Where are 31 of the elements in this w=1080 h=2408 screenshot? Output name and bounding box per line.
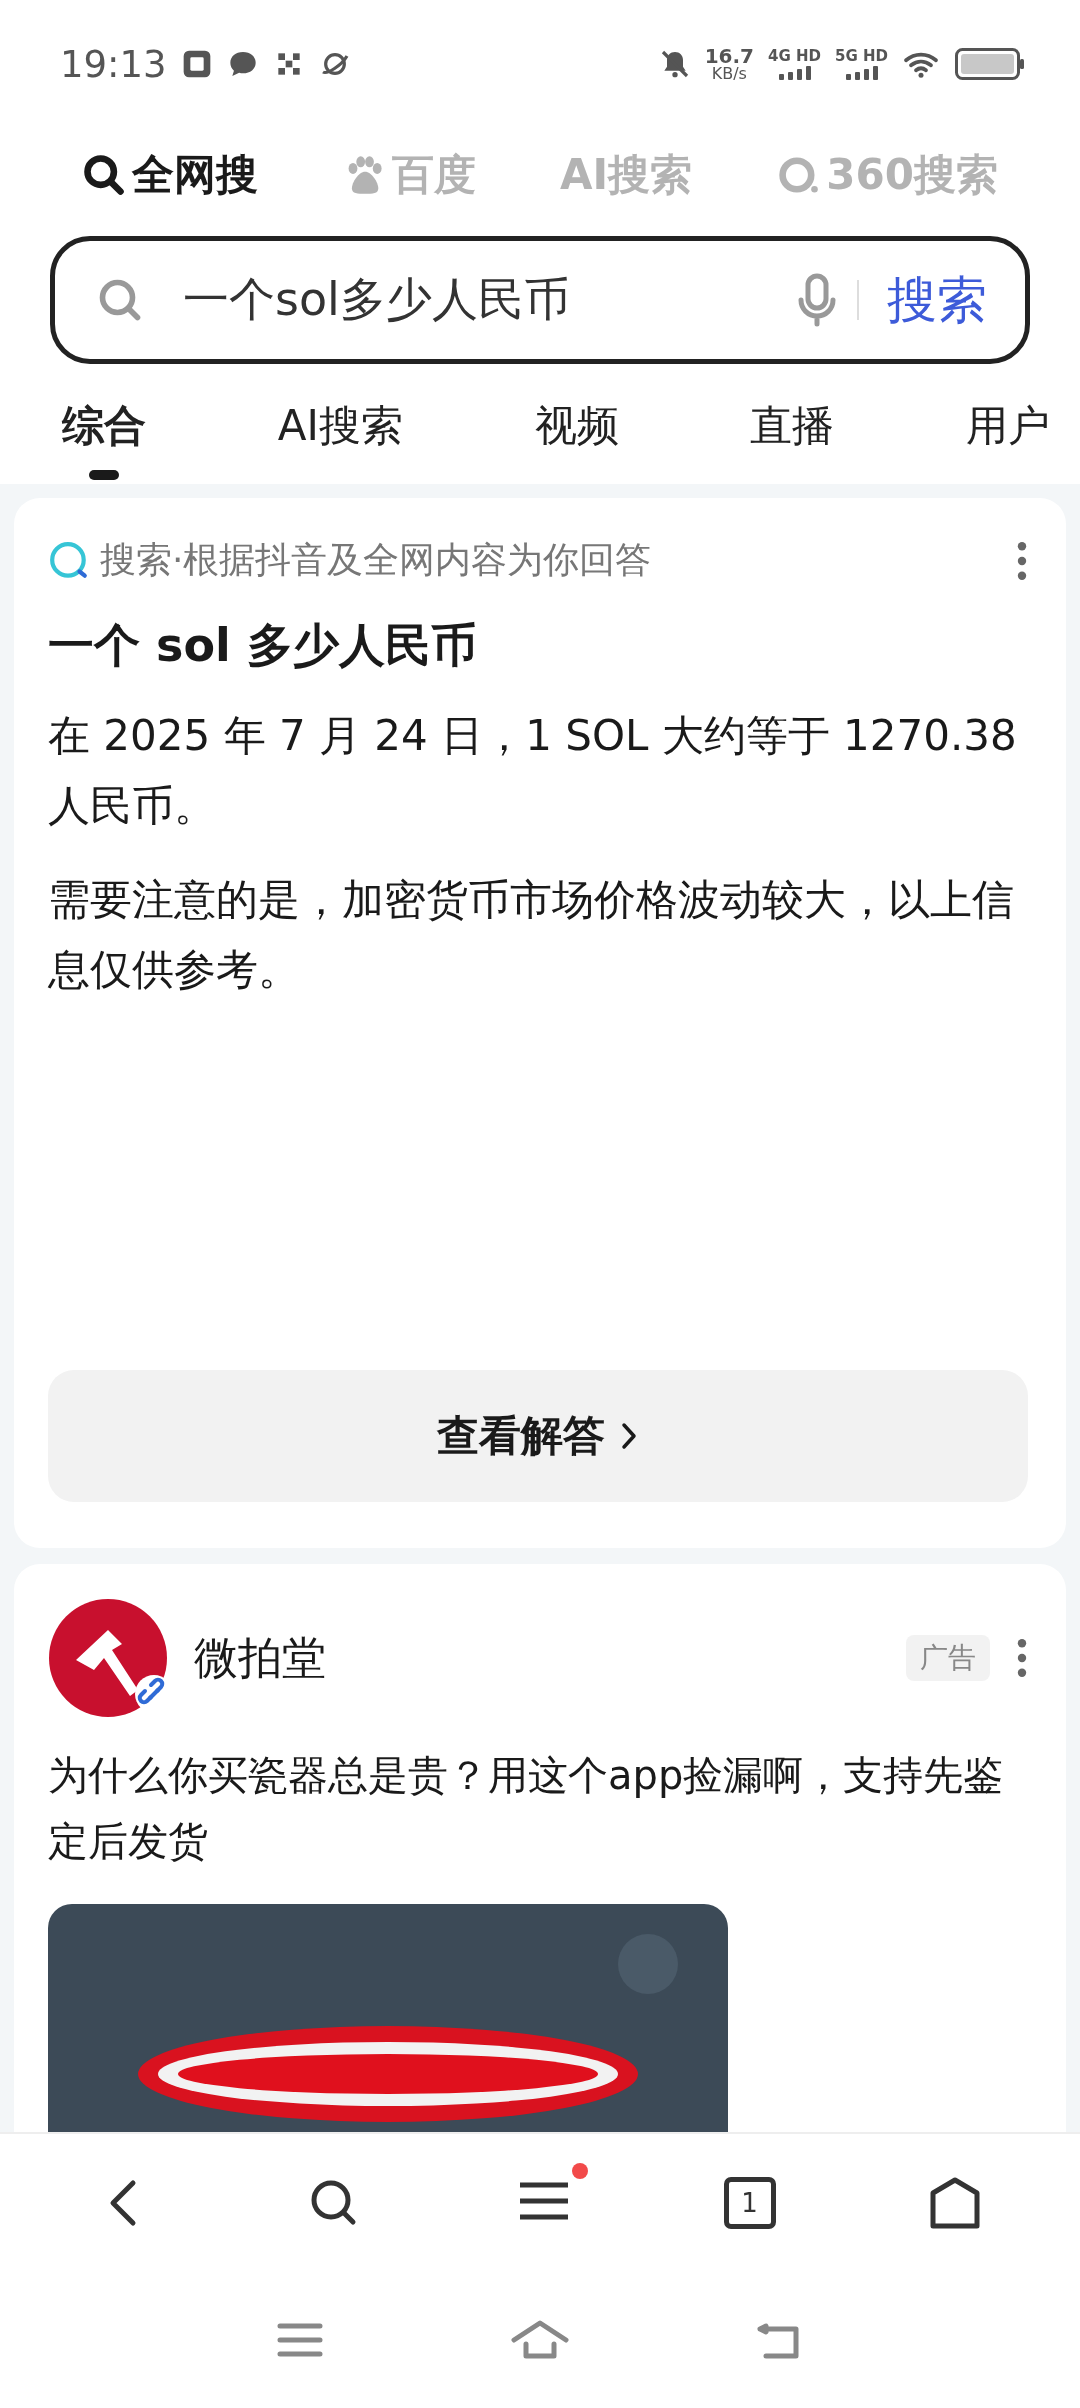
speed-unit: KB/s (711, 66, 747, 82)
result-tab[interactable]: 综合 (62, 388, 146, 480)
search-button[interactable]: 搜索 (879, 266, 995, 334)
search-field[interactable]: 一个sol多少人民币 搜索 (50, 236, 1030, 364)
signal-icon (844, 65, 879, 80)
tabs-button[interactable]: 1 (723, 2177, 776, 2229)
result-tab[interactable]: 视频 (534, 388, 619, 480)
more-icon[interactable] (1016, 539, 1028, 582)
ad-text: 为什么你买瓷器总是贵？用这个app捡漏啊，支持先鉴定后发货 (48, 1751, 1005, 1866)
answer-title: 一个 sol 多少人民币 (48, 617, 478, 674)
more-icon[interactable] (1016, 1637, 1028, 1679)
network-type: 4G HD (768, 48, 821, 64)
ad-badge: 广告 (906, 1635, 990, 1681)
result-tab[interactable]: 直播 (750, 388, 835, 480)
search-icon (82, 153, 126, 197)
result-tab[interactable]: AI搜索 (277, 388, 403, 480)
advertiser-logo-icon (48, 1598, 168, 1718)
network-type: 5G HD (835, 48, 888, 64)
answer-paragraph: 需要注意的是，加密货币市场价格波动较大，以上信息仅供参考。 (48, 874, 1015, 996)
engine-tab[interactable]: 全网搜 (82, 147, 258, 203)
answer-paragraph: 在 2025 年 7 月 24 日，1 SOL 大约等于 1270.38 人民币。 (48, 710, 1018, 832)
view-answer-button[interactable]: 查看解答 (48, 1370, 1028, 1502)
clock-time: 19:13 (60, 42, 167, 86)
chevron-right-icon (619, 1421, 639, 1451)
network-speed: 16.7 (704, 46, 755, 66)
advertiser-name: 微拍堂 (194, 1630, 327, 1685)
result-tab[interactable]: 用户 (966, 388, 1050, 480)
microphone-icon (797, 272, 837, 328)
battery-icon (954, 48, 1026, 80)
answer-source: 搜索·根据抖音及全网内容为你回答 (100, 538, 653, 582)
signal-icon (777, 65, 812, 80)
